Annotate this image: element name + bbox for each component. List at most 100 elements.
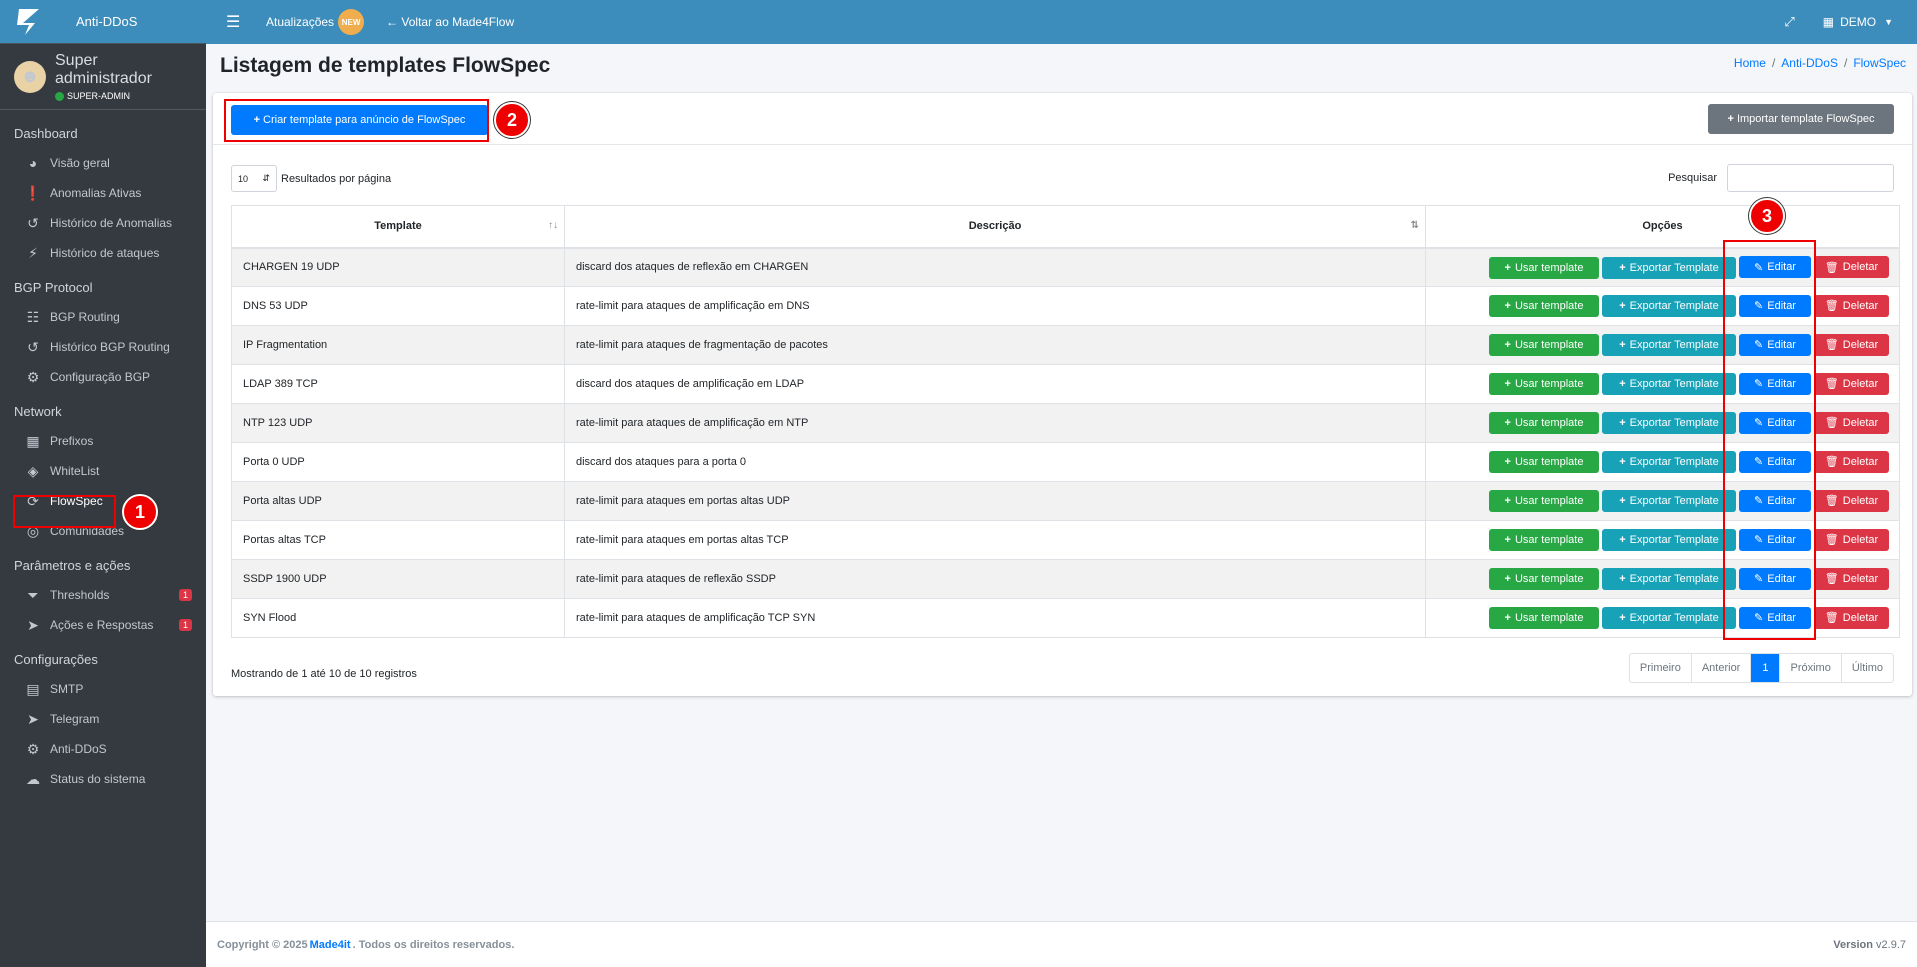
use-template-button[interactable]: + Usar template [1489,568,1599,591]
options-cell: + Usar template + Exportar Template ✎ Editar 🗑… [1425,364,1900,404]
page-previous[interactable]: Anterior [1690,654,1751,682]
export-template-button[interactable]: + Exportar Template [1602,451,1736,474]
table-row: Porta altas UDP rate-limit para ataques e… [231,481,1900,521]
use-template-button[interactable]: + Usar template [1489,412,1599,435]
plus-icon: + [1504,378,1511,391]
gears-icon: ⚙ [26,740,40,757]
sidebar-item-historico-bgp[interactable]: ↺ Histórico BGP Routing [0,332,206,362]
use-template-button[interactable]: + Usar template [1489,373,1599,396]
sidebar-item-thresholds[interactable]: ⏷ Thresholds 1 [0,580,206,610]
export-template-button[interactable]: + Exportar Template [1602,334,1736,357]
breadcrumb-flowspec[interactable]: FlowSpec [1853,56,1906,70]
company-link[interactable]: Made4it [310,939,351,951]
delete-button[interactable]: 🗑 Deletar [1814,372,1889,395]
trash-icon: 🗑 [1824,417,1839,430]
gear-icon: ⚙ [26,368,40,385]
template-cell: LDAP 389 TCP [231,364,565,404]
delete-button[interactable]: 🗑 Deletar [1814,333,1889,356]
delete-button[interactable]: 🗑 Deletar [1814,567,1889,590]
export-template-button[interactable]: + Exportar Template [1602,256,1736,279]
sidebar-item-anomalias-ativas[interactable]: ❗ Anomalias Ativas [0,178,206,208]
template-cell: Portas altas TCP [231,520,565,560]
sidebar-item-historico-anomalias[interactable]: ↺ Histórico de Anomalias [0,208,206,238]
delete-button[interactable]: 🗑 Deletar [1814,411,1889,434]
import-template-button[interactable]: + Importar template FlowSpec [1708,104,1894,134]
search-input[interactable] [1727,164,1894,192]
trash-icon: 🗑 [1824,612,1839,625]
sidebar-item-bgp-routing[interactable]: ☷ BGP Routing [0,302,206,332]
sort-updown-icon: ⇵ [262,173,270,183]
trash-icon: 🗑 [1824,534,1839,547]
account-dropdown[interactable]: ▦ DEMO ▼ [1823,15,1893,29]
breadcrumb: Home / Anti-DDoS / FlowSpec [1733,56,1906,70]
delete-button[interactable]: 🗑 Deletar [1814,450,1889,473]
delete-button[interactable]: 🗑 Deletar [1814,489,1889,512]
avatar: ☻ [14,60,46,93]
page-last[interactable]: Último [1840,654,1893,682]
table-row: Portas altas TCP rate-limit para ataques … [231,520,1900,560]
table-row: DNS 53 UDP rate-limit para ataques de amp… [231,286,1900,326]
table-row: NTP 123 UDP rate-limit para ataques de am… [231,403,1900,443]
delete-button[interactable]: 🗑 Deletar [1814,256,1889,278]
use-template-button[interactable]: + Usar template [1489,607,1599,630]
description-cell: rate-limit para ataques de reflexão SSDP [564,559,1426,599]
brand[interactable]: Anti-DDoS [0,0,206,44]
sidebar-item-historico-ataques[interactable]: ⚡ Histórico de ataques [0,238,206,268]
plus-icon: + [1504,261,1511,274]
sidebar-item-smtp[interactable]: ▤ SMTP [0,674,206,704]
export-template-button[interactable]: + Exportar Template [1602,295,1736,318]
use-template-button[interactable]: + Usar template [1489,295,1599,318]
sidebar-item-anti-ddos[interactable]: ⚙ Anti-DDoS [0,734,206,764]
plus-icon: + [1504,339,1511,352]
sidebar-item-acoes-respostas[interactable]: ➤ Ações e Respostas 1 [0,610,206,640]
plus-icon: + [1619,612,1626,625]
plus-icon: + [1504,495,1511,508]
sidebar-item-visao-geral[interactable]: ◕ Visão geral [0,148,206,178]
sidebar-item-whitelist[interactable]: ◈ WhiteList [0,456,206,486]
delete-button[interactable]: 🗑 Deletar [1814,294,1889,317]
export-template-button[interactable]: + Exportar Template [1602,373,1736,396]
export-template-button[interactable]: + Exportar Template [1602,529,1736,552]
use-template-button[interactable]: + Usar template [1489,334,1599,357]
options-cell: + Usar template + Exportar Template ✎ Editar 🗑… [1425,481,1900,521]
use-template-button[interactable]: + Usar template [1489,256,1599,279]
options-cell: + Usar template + Exportar Template ✎ Editar 🗑… [1425,247,1900,287]
page-size-select[interactable]: 10 ⇵ [231,165,277,192]
column-header-descricao[interactable]: Descrição ⇅ [564,205,1426,249]
column-header-template[interactable]: Template ↑↓ [231,205,565,249]
page-current[interactable]: 1 [1750,654,1780,682]
use-template-button[interactable]: + Usar template [1489,529,1599,552]
sidebar-item-telegram[interactable]: ➤ Telegram [0,704,206,734]
back-to-made4flow-link[interactable]: ← Voltar ao Made4Flow [386,15,514,29]
delete-button[interactable]: 🗑 Deletar [1814,606,1889,629]
menu-toggle-icon[interactable]: ☰ [226,12,242,32]
user-panel[interactable]: ☻ Super administrador SUPER-ADMIN [0,44,206,110]
sidebar-item-prefixos[interactable]: ▦ Prefixos [0,426,206,456]
description-cell: rate-limit para ataques de amplificação … [564,403,1426,443]
sidebar-item-configuracao-bgp[interactable]: ⚙ Configuração BGP [0,362,206,392]
page-next[interactable]: Próximo [1779,654,1840,682]
fullscreen-icon[interactable]: ⤢ [1784,14,1794,30]
rocket-icon: ➤ [27,616,39,633]
breadcrumb-home[interactable]: Home [1734,56,1766,70]
search-control: Pesquisar [1668,164,1894,192]
export-template-button[interactable]: + Exportar Template [1602,490,1736,513]
export-template-button[interactable]: + Exportar Template [1602,412,1736,435]
sidebar-item-status-sistema[interactable]: ☁ Status do sistema [0,764,206,794]
options-cell: + Usar template + Exportar Template ✎ Editar 🗑… [1425,598,1900,638]
breadcrumb-anti-ddos[interactable]: Anti-DDoS [1781,56,1838,70]
trash-icon: 🗑 [1824,261,1839,274]
pagination: Primeiro Anterior 1 Próximo Último [1628,653,1894,683]
export-template-button[interactable]: + Exportar Template [1602,607,1736,630]
delete-button[interactable]: 🗑 Deletar [1814,528,1889,551]
page-first[interactable]: Primeiro [1630,654,1691,682]
top-navbar: ☰ Atualizações NEW ← Voltar ao Made4Flow … [206,0,1917,44]
trash-icon: 🗑 [1824,456,1839,469]
export-template-button[interactable]: + Exportar Template [1602,568,1736,591]
options-cell: + Usar template + Exportar Template ✎ Editar 🗑… [1425,520,1900,560]
use-template-button[interactable]: + Usar template [1489,451,1599,474]
template-cell: IP Fragmentation [231,325,565,365]
plus-icon: + [1619,339,1626,352]
use-template-button[interactable]: + Usar template [1489,490,1599,513]
updates-link[interactable]: Atualizações NEW [266,9,365,35]
